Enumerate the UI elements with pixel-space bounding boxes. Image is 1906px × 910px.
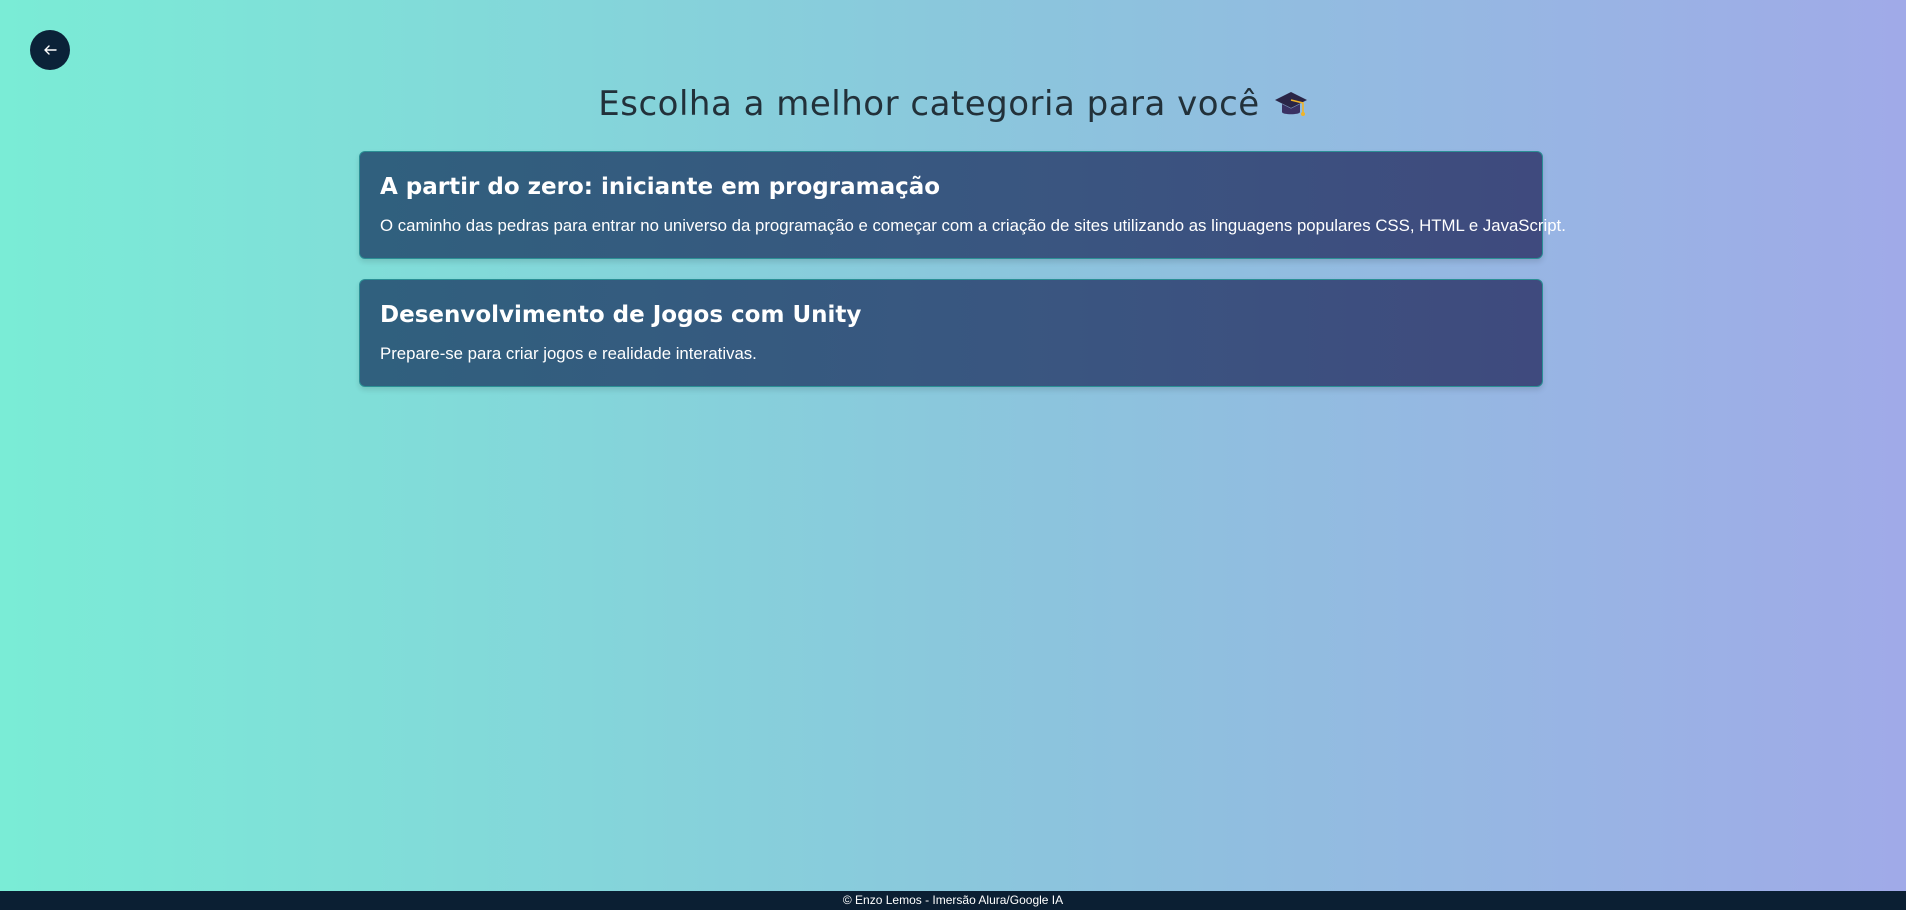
category-card-programming[interactable]: A partir do zero: iniciante em programaç… <box>359 151 1566 259</box>
footer: © Enzo Lemos - Imersão Alura/Google IA <box>0 891 1906 910</box>
category-title: Desenvolvimento de Jogos com Unity <box>380 302 862 328</box>
category-title: A partir do zero: iniciante em programaç… <box>380 174 941 200</box>
category-description: O caminho das pedras para entrar no univ… <box>380 215 1566 235</box>
page-title-text: Escolha a melhor categoria para você <box>598 84 1260 124</box>
category-card-unity[interactable]: Desenvolvimento de Jogos com Unity Prepa… <box>359 279 1543 387</box>
back-button[interactable] <box>30 30 70 70</box>
category-description: Prepare-se para criar jogos e realidade … <box>380 343 757 363</box>
graduation-cap-icon <box>1274 92 1307 116</box>
footer-text: © Enzo Lemos - Imersão Alura/Google IA <box>842 893 1064 907</box>
page-title: Escolha a melhor categoria para você <box>0 84 1906 124</box>
arrow-left-icon <box>44 45 57 55</box>
